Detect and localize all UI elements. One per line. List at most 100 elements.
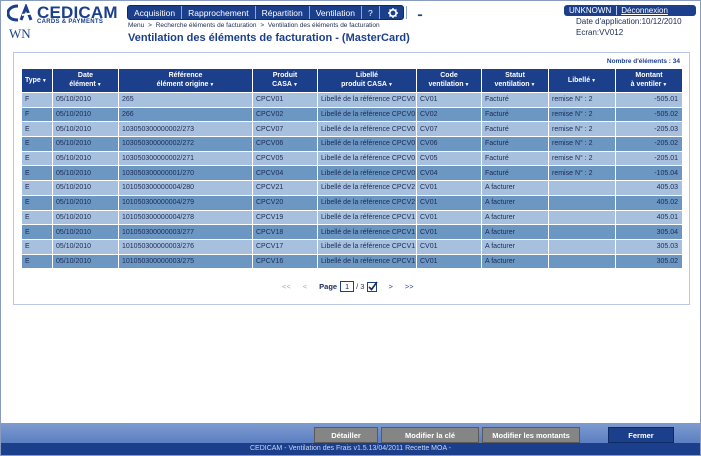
cell-type: E xyxy=(21,209,53,226)
menu-repartition[interactable]: Répartition xyxy=(256,6,310,19)
modify-amounts-button[interactable]: Modifier les montants xyxy=(482,427,580,443)
cell-reference: 103050300000002/272 xyxy=(118,136,253,152)
cell-code: CV01 xyxy=(416,253,482,270)
cell-product: CPCV05 xyxy=(252,150,318,167)
col-header-product-label[interactable]: Libellé produit CASA▼ xyxy=(317,68,417,93)
cell-amount: 405.01 xyxy=(615,209,683,226)
go-page-check-icon[interactable] xyxy=(367,281,379,292)
sort-icon: ▼ xyxy=(530,82,536,88)
table-row[interactable]: E 05/10/2010 103050300000001/270 CPCV04 Libe… xyxy=(21,165,683,182)
user-box: UNKNOWN Déconnexion xyxy=(564,5,696,16)
cell-amount: 305.02 xyxy=(615,253,683,270)
cell-label xyxy=(548,209,616,226)
footer: Détailler Modifier la clé Modifier les m… xyxy=(1,423,700,455)
table-row[interactable]: E 05/10/2010 103050300000002/271 CPCV05 Libe… xyxy=(21,150,683,167)
table-row[interactable]: F 05/10/2010 265 CPCV01 Libellé de la référe… xyxy=(21,92,683,108)
last-page-button[interactable]: >> xyxy=(405,282,414,291)
menu-print[interactable] xyxy=(407,6,433,19)
col-header-code[interactable]: Code ventilation▼ xyxy=(416,68,482,93)
cell-amount: -205.03 xyxy=(615,121,683,138)
modify-key-button[interactable]: Modifier la clé xyxy=(381,427,479,443)
breadcrumb-search[interactable]: Recherche éléments de facturation xyxy=(156,22,257,29)
cell-type: E xyxy=(21,253,53,270)
menu-rapprochement[interactable]: Rapprochement xyxy=(182,6,256,19)
first-page-button[interactable]: << xyxy=(282,282,291,291)
cell-product-label: Libellé de la référence CPCV0 xyxy=(317,106,417,123)
cell-label: remise N° : 2 xyxy=(548,121,616,138)
table-row[interactable]: E 05/10/2010 101050300000003/275 CPCV16 Libe… xyxy=(21,253,683,270)
cell-label: remise N° : 2 xyxy=(548,136,616,152)
menu-settings[interactable] xyxy=(380,6,407,19)
menu-ventilation[interactable]: Ventilation xyxy=(310,6,362,19)
next-page-button[interactable]: > xyxy=(388,282,392,291)
cell-status: A facturer xyxy=(481,253,549,270)
cell-product: CPCV06 xyxy=(252,136,318,152)
sort-icon: ▼ xyxy=(591,77,597,84)
cell-amount: -205.02 xyxy=(615,136,683,152)
table-row[interactable]: F 05/10/2010 266 CPCV02 Libellé de la référe… xyxy=(21,106,683,123)
cell-code: CV02 xyxy=(416,106,482,123)
close-button[interactable]: Fermer xyxy=(608,427,674,443)
cell-type: F xyxy=(21,106,53,123)
cell-amount: 305.04 xyxy=(615,224,683,240)
cell-status: A facturer xyxy=(481,224,549,240)
cell-reference: 103050300000001/270 xyxy=(118,165,253,182)
sort-icon: ▼ xyxy=(209,82,215,88)
previous-page-button[interactable]: < xyxy=(303,282,307,291)
cell-label xyxy=(548,238,616,255)
table-row[interactable]: E 05/10/2010 101050300000004/280 CPCV21 Libe… xyxy=(21,180,683,196)
col-label: produit CASA xyxy=(341,81,387,88)
col-header-reference[interactable]: Référence élément origine▼ xyxy=(118,68,253,93)
table-row[interactable]: E 05/10/2010 101050300000004/278 CPCV19 Libe… xyxy=(21,209,683,226)
col-header-date[interactable]: Date élément▼ xyxy=(52,68,119,93)
cell-reference: 101050300000004/278 xyxy=(118,209,253,226)
page-number-input[interactable]: 1 xyxy=(340,280,355,292)
table-row[interactable]: E 05/10/2010 101050300000004/279 CPCV20 Libe… xyxy=(21,194,683,211)
cell-type: E xyxy=(21,224,53,240)
breadcrumb-menu[interactable]: Menu xyxy=(128,22,144,29)
cell-reference: 101050300000004/280 xyxy=(118,180,253,196)
cell-type: E xyxy=(21,180,53,196)
cell-label xyxy=(548,253,616,270)
cell-reference: 101050300000003/275 xyxy=(118,253,253,270)
col-header-type[interactable]: Type▼ xyxy=(21,68,53,93)
col-label: ventilation xyxy=(428,81,464,88)
col-header-label[interactable]: Libellé▼ xyxy=(548,68,616,93)
cell-status: Facturé xyxy=(481,136,549,152)
cell-date: 05/10/2010 xyxy=(52,150,119,167)
cell-product: CPCV01 xyxy=(252,92,318,108)
detail-button[interactable]: Détailler xyxy=(314,427,378,443)
cell-label: remise N° : 2 xyxy=(548,106,616,123)
cell-reference: 265 xyxy=(118,92,253,108)
col-label: Code xyxy=(440,72,458,79)
table-row[interactable]: E 05/10/2010 103050300000002/272 CPCV06 Libe… xyxy=(21,136,683,152)
menu-help[interactable]: ? xyxy=(362,6,380,19)
breadcrumb: Menu > Recherche éléments de facturation… xyxy=(128,22,382,29)
sort-icon: ▼ xyxy=(662,82,668,88)
cell-product-label: Libellé de la référence CPCV2 xyxy=(317,194,417,211)
pagination: << < Page 1 / 3 > >> xyxy=(282,280,426,292)
menu-acquisition[interactable]: Acquisition xyxy=(128,6,183,19)
cell-type: E xyxy=(21,194,53,211)
cell-label xyxy=(548,194,616,211)
cell-amount: -205.01 xyxy=(615,150,683,167)
cell-code: CV07 xyxy=(416,121,482,138)
table-row[interactable]: E 05/10/2010 101050300000003/277 CPCV18 Libe… xyxy=(21,224,683,240)
col-label: Libellé xyxy=(567,76,591,84)
cell-date: 05/10/2010 xyxy=(52,224,119,240)
cell-status: Facturé xyxy=(481,165,549,182)
col-label: Montant xyxy=(635,72,663,79)
screen-code: Ecran:VV012 xyxy=(576,28,624,37)
cell-code: CV01 xyxy=(416,238,482,255)
page-total: / 3 xyxy=(356,281,365,291)
cell-product: CPCV18 xyxy=(252,224,318,240)
cell-code: CV06 xyxy=(416,136,482,152)
col-header-amount[interactable]: Montant à ventiler▼ xyxy=(615,68,683,93)
col-header-status[interactable]: Statut ventilation▼ xyxy=(481,68,549,93)
cell-product-label: Libellé de la référence CPCV0 xyxy=(317,150,417,167)
logout-link[interactable]: Déconnexion xyxy=(617,6,672,15)
cell-reference: 103050300000002/273 xyxy=(118,121,253,138)
col-header-product[interactable]: Produit CASA▼ xyxy=(252,68,318,93)
table-row[interactable]: E 05/10/2010 103050300000002/273 CPCV07 Libe… xyxy=(21,121,683,138)
table-row[interactable]: E 05/10/2010 101050300000003/276 CPCV17 Libe… xyxy=(21,238,683,255)
